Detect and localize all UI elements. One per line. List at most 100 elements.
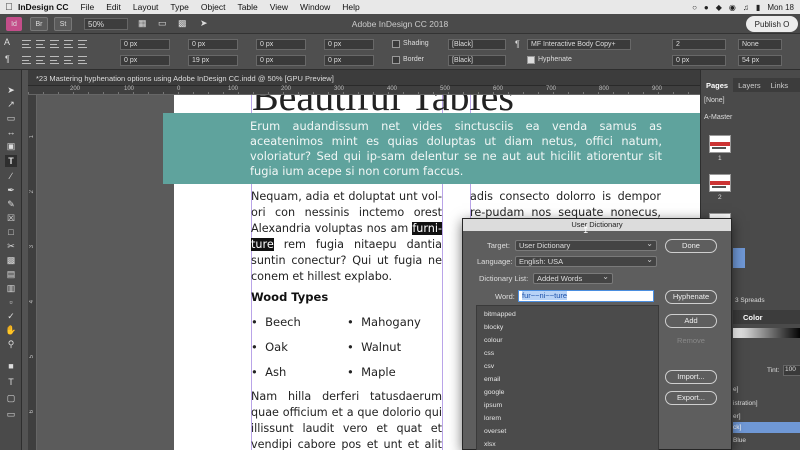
apple-icon[interactable]:  <box>0 2 18 13</box>
first-line-indent-field[interactable]: 0 px <box>120 55 170 66</box>
free-transform-tool-icon[interactable]: ▩ <box>5 254 17 266</box>
align-center-icon[interactable] <box>36 40 45 48</box>
word-list-item[interactable]: overset <box>484 428 506 435</box>
gap-tool-icon[interactable]: ↔ <box>5 126 17 138</box>
creative-cloud-icon[interactable]: ○ <box>692 3 697 12</box>
language-select[interactable]: English: USA <box>515 255 657 267</box>
tab-color[interactable]: Color <box>743 313 763 322</box>
swatch-item-selected[interactable]: ck] <box>733 422 800 433</box>
list-item[interactable]: • Oak <box>251 340 288 354</box>
word-list-item[interactable]: lorem <box>484 415 501 422</box>
span-columns-select[interactable]: None <box>738 39 782 50</box>
drop-cap-depth-field[interactable]: 0 px <box>324 39 374 50</box>
vertical-ruler[interactable]: 1 2 3 4 5 6 <box>28 95 37 450</box>
swatch-item[interactable]: istration] <box>733 400 758 407</box>
scissors-tool-icon[interactable]: ✂ <box>5 240 17 252</box>
done-button[interactable]: Done <box>665 239 717 253</box>
word-list-item[interactable]: colour <box>484 337 503 344</box>
app-name[interactable]: InDesign CC <box>18 2 69 12</box>
tab-links[interactable]: Links <box>766 78 794 92</box>
justify-all-icon[interactable] <box>22 56 31 64</box>
direct-selection-tool-icon[interactable]: ↗ <box>5 98 17 110</box>
word-list-item[interactable]: bitmapped <box>484 311 516 318</box>
note-tool-icon[interactable]: ▫ <box>5 296 17 308</box>
none-master-item[interactable]: [None] <box>704 97 725 104</box>
swatch-item[interactable]: Blue <box>733 437 746 444</box>
remove-button[interactable]: Remove <box>665 335 717 349</box>
body-column-1[interactable]: Nequam, adia et doluptat unt vol-ori con… <box>251 189 442 285</box>
justify-right-icon[interactable] <box>64 56 73 64</box>
horizontal-ruler[interactable]: 200 100 0 100 200 300 400 500 600 700 80… <box>28 86 700 95</box>
justify-center-icon[interactable] <box>78 40 87 48</box>
character-mode-icon[interactable]: A <box>4 37 10 47</box>
paragraph-style-select[interactable]: MF Interactive Body Copy+ <box>527 39 631 50</box>
shading-checkbox[interactable] <box>392 40 400 48</box>
battery-icon[interactable]: ▮ <box>756 3 760 12</box>
align-towards-spine-icon[interactable] <box>36 56 45 64</box>
word-list-item[interactable]: ipsum <box>484 402 502 409</box>
shading-color-select[interactable]: [Black] <box>448 39 506 50</box>
page-thumbnail[interactable] <box>709 135 731 153</box>
word-list-item[interactable]: xlsx <box>484 441 496 448</box>
document-tab[interactable]: *23 Mastering hyphenation options using … <box>28 70 700 86</box>
space-after-field[interactable]: 0 px <box>256 55 306 66</box>
last-line-indent-field[interactable]: 19 px <box>188 55 238 66</box>
swatch-item[interactable]: e] <box>733 386 738 393</box>
list-item[interactable]: • Beech <box>251 315 301 329</box>
pencil-tool-icon[interactable]: ✎ <box>5 198 17 210</box>
word-list-item[interactable]: css <box>484 350 494 357</box>
drop-cap-chars-field[interactable]: 0 px <box>324 55 374 66</box>
zoom-tool-icon[interactable]: ⚲ <box>5 338 17 350</box>
a-master-item[interactable]: A-Master <box>704 114 732 121</box>
gradient-swatch-tool-icon[interactable]: ▤ <box>5 268 17 280</box>
formatting-text-icon[interactable]: T <box>5 376 17 388</box>
type-tool-icon[interactable]: T <box>5 155 17 167</box>
word-list-item[interactable]: email <box>484 376 500 383</box>
selected-word-part1[interactable]: furni- <box>412 222 442 235</box>
selection-tool-icon[interactable]: ➤ <box>5 84 17 96</box>
apply-none-icon[interactable]: ▢ <box>5 392 17 404</box>
wood-types-heading[interactable]: Wood Types <box>251 290 328 304</box>
border-checkbox[interactable] <box>392 56 400 64</box>
menu-type[interactable]: Type <box>170 2 188 12</box>
dictionary-list-select[interactable]: Added Words <box>533 272 613 284</box>
export-button[interactable]: Export... <box>665 391 717 405</box>
body-column-3[interactable]: Nam hilla derferi tatusdaerum quae offic… <box>251 389 442 450</box>
teal-frame-text[interactable]: Erum audandissum net vides sinctusciis e… <box>250 119 662 179</box>
word-input[interactable]: fur~~ni~~ture <box>518 290 654 302</box>
import-button[interactable]: Import... <box>665 370 717 384</box>
align-full-icon[interactable] <box>78 56 87 64</box>
word-list-item[interactable]: google <box>484 389 504 396</box>
page-tool-icon[interactable]: ▭ <box>5 112 17 124</box>
menu-view[interactable]: View <box>270 2 288 12</box>
eyedropper-tool-icon[interactable]: ✓ <box>5 310 17 322</box>
pen-tool-icon[interactable]: ✒ <box>5 184 17 196</box>
line-tool-icon[interactable]: ∕ <box>5 170 17 182</box>
justify-left-icon[interactable] <box>64 40 73 48</box>
hand-tool-icon[interactable]: ✋ <box>5 324 17 336</box>
content-collector-icon[interactable]: ▣ <box>5 140 17 152</box>
selected-word-part2[interactable]: ture <box>251 238 274 251</box>
menu-help[interactable]: Help <box>342 2 359 12</box>
menu-object[interactable]: Object <box>201 2 226 12</box>
page-thumbnail[interactable] <box>709 174 731 192</box>
border-color-select[interactable]: [Black] <box>448 55 506 66</box>
tint-field[interactable]: 100 <box>783 365 800 376</box>
menu-file[interactable]: File <box>81 2 95 12</box>
add-button[interactable]: Add <box>665 314 717 328</box>
wifi-icon[interactable]: ◉ <box>729 3 736 12</box>
dictionary-word-list[interactable]: bitmapped blocky colour css csv email go… <box>476 305 659 450</box>
align-away-spine-icon[interactable] <box>50 56 59 64</box>
publish-online-button[interactable]: Publish O <box>746 16 798 32</box>
hyphenate-checkbox[interactable] <box>527 56 535 64</box>
tab-layers[interactable]: Layers <box>733 78 766 92</box>
list-item[interactable]: • Ash <box>251 365 286 379</box>
volume-icon[interactable]: ♫ <box>743 3 749 12</box>
word-list-item[interactable]: csv <box>484 363 494 370</box>
rectangle-frame-tool-icon[interactable]: ☒ <box>5 212 17 224</box>
right-indent-field[interactable]: 0 px <box>188 39 238 50</box>
target-select[interactable]: User Dictionary <box>515 239 657 251</box>
dialog-title[interactable]: User Dictionary <box>463 219 731 231</box>
dropbox-icon[interactable]: ◆ <box>716 3 722 12</box>
list-item[interactable]: • Mahogany <box>347 315 421 329</box>
